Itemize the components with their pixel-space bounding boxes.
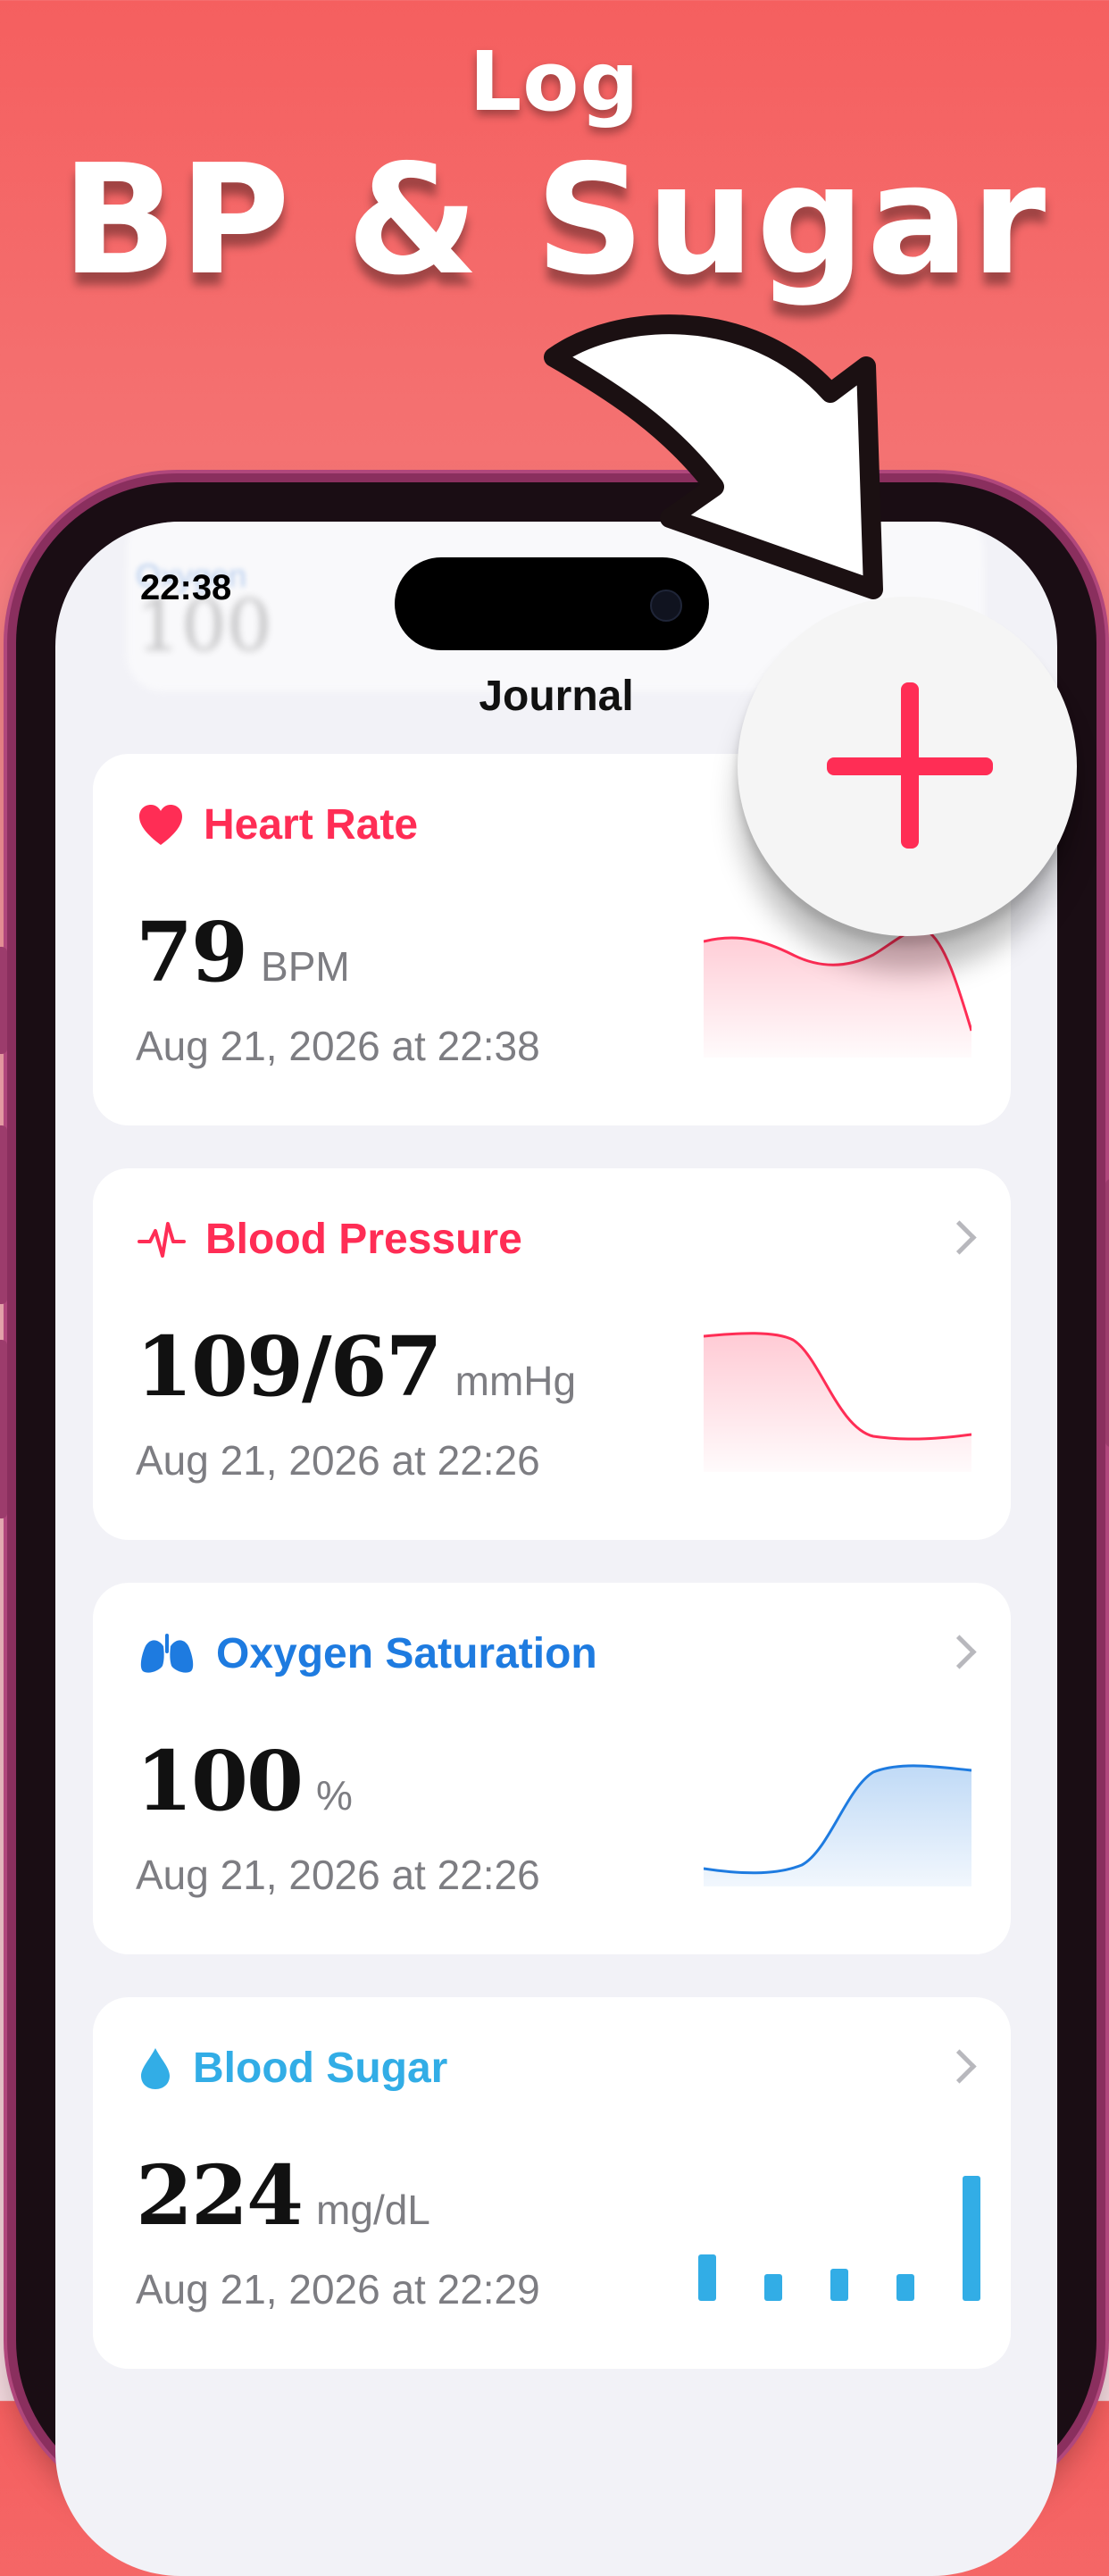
side-button (0, 947, 7, 1054)
card-title: Oxygen Saturation (216, 1630, 597, 1677)
metric-value: 100 (136, 1733, 304, 1829)
metric-unit: % (316, 1772, 353, 1819)
chevron-right-icon (942, 2049, 977, 2084)
volume-up-button (0, 1125, 7, 1304)
waveform-icon (138, 1221, 186, 1258)
bar (830, 2269, 848, 2301)
metric-unit: mmHg (454, 1358, 577, 1404)
bar (963, 2176, 980, 2301)
lungs-icon (140, 1633, 194, 1673)
hero-title: BP & Sugar (61, 132, 1048, 309)
timestamp: Aug 21, 2026 at 22:26 (136, 1437, 540, 1484)
pointer-arrow-icon (544, 314, 883, 599)
heart-icon (139, 804, 182, 845)
drop-icon (141, 2047, 170, 2089)
hero-subtitle: Log (469, 34, 640, 130)
card-blood-sugar[interactable]: Blood Sugar 224 mg/dL Aug 21, 2026 at 22… (93, 1997, 1011, 2369)
sparkline-chart (704, 1764, 971, 1886)
volume-down-button (0, 1340, 7, 1518)
card-title: Heart Rate (204, 801, 419, 849)
status-time: 22:38 (140, 568, 232, 607)
metric-unit: BPM (261, 943, 350, 990)
sparkline-chart (704, 1332, 971, 1472)
bar-chart (698, 2176, 980, 2301)
metric-value: 109/67 (136, 1318, 443, 1415)
card-oxygen-saturation[interactable]: Oxygen Saturation 100 % Aug 21, 2026 at … (93, 1583, 1011, 1954)
bar (698, 2254, 716, 2301)
power-button (1105, 1179, 1109, 1447)
add-entry-button[interactable] (738, 597, 1077, 936)
metric-value: 224 (136, 2147, 304, 2244)
bar (896, 2274, 914, 2301)
card-title: Blood Sugar (193, 2045, 448, 2092)
chevron-right-icon (942, 1220, 977, 1255)
metric-value: 79 (136, 904, 248, 1000)
card-title: Blood Pressure (205, 1216, 522, 1263)
timestamp: Aug 21, 2026 at 22:38 (136, 1023, 540, 1069)
plus-icon (827, 682, 993, 849)
timestamp: Aug 21, 2026 at 22:29 (136, 2266, 540, 2313)
bar (764, 2274, 782, 2301)
card-blood-pressure[interactable]: Blood Pressure 109/67 mmHg Aug 21, 2026 … (93, 1168, 1011, 1540)
timestamp: Aug 21, 2026 at 22:26 (136, 1852, 540, 1898)
metric-unit: mg/dL (316, 2187, 430, 2233)
chevron-right-icon (942, 1635, 977, 1669)
